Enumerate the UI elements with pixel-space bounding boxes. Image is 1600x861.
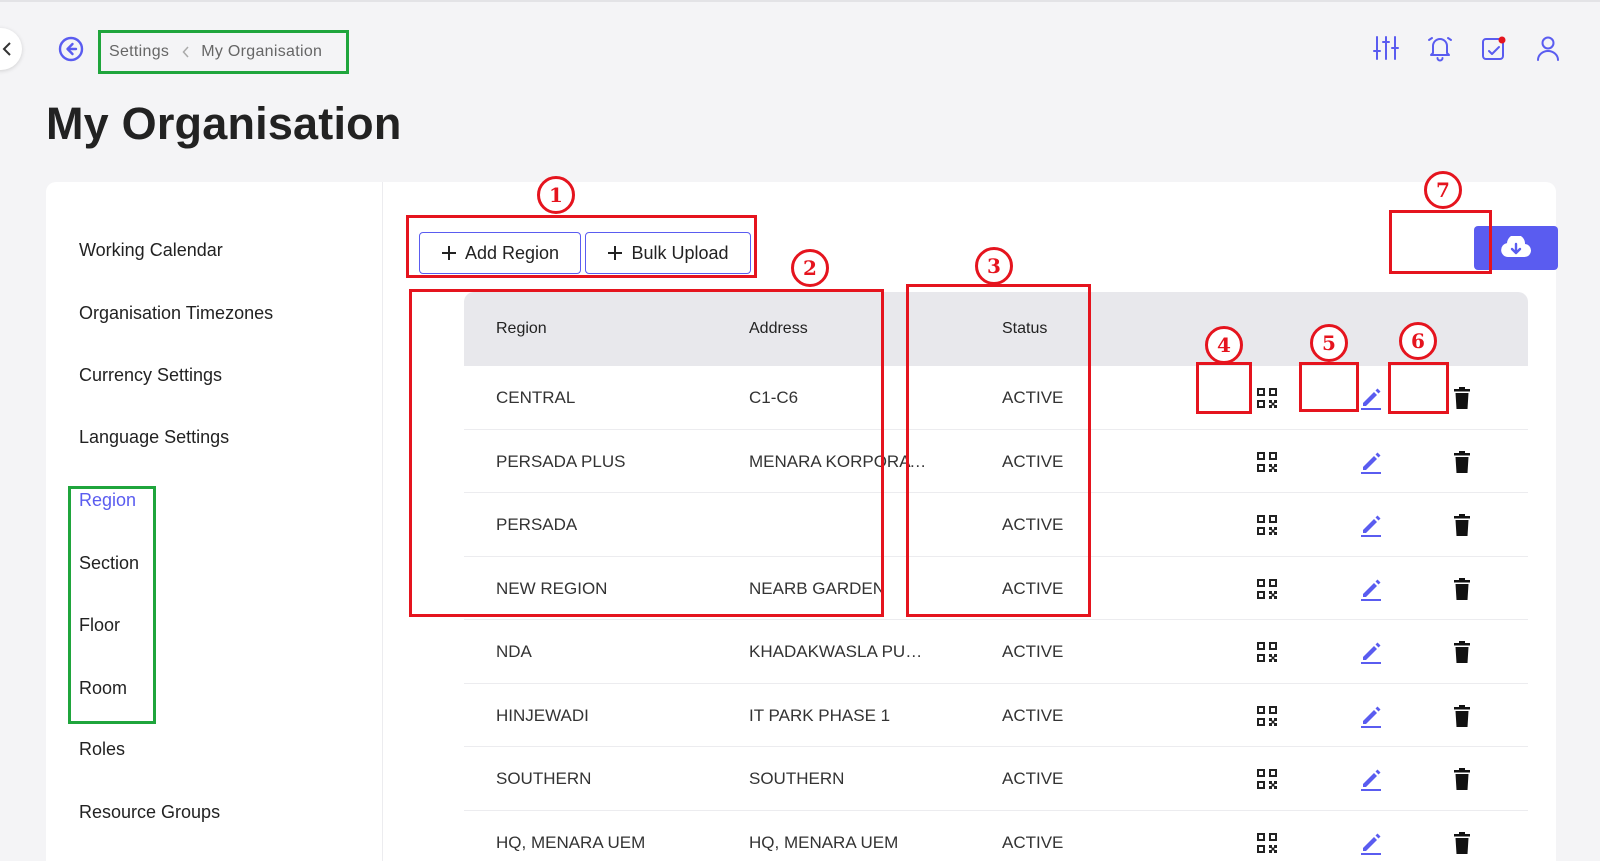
cell-address: KHADAKWASLA PUNE [749,642,927,661]
edit-icon[interactable] [1358,576,1384,602]
calendar-check-icon[interactable] [1480,34,1508,62]
sidebar-item-roles[interactable]: Roles [79,739,125,760]
cell-address: SOUTHERN [749,769,845,788]
qr-code-icon[interactable] [1254,449,1280,475]
qr-code-icon[interactable] [1254,703,1280,729]
callout-2: 2 [791,249,829,287]
sidebar-item-organisation-timezones[interactable]: Organisation Timezones [79,303,273,324]
callout-5: 5 [1310,324,1348,362]
header-actions [1372,34,1562,62]
sidebar-item-resource-groups[interactable]: Resource Groups [79,802,220,823]
delete-icon[interactable] [1449,449,1475,475]
breadcrumb: Settings My Organisation [98,30,349,74]
cell-region: HQ, MENARA UEM [496,832,646,852]
callout-1: 1 [537,176,575,214]
settings-sidebar: Working Calendar Organisation Timezones … [46,182,383,861]
qr-code-icon[interactable] [1254,766,1280,792]
breadcrumb-current: My Organisation [201,43,323,60]
cell-status: ACTIVE [1002,832,1064,852]
cell-address: HQ, MENARA UEM [749,832,899,852]
edit-icon[interactable] [1358,385,1384,411]
qr-code-icon[interactable] [1254,512,1280,538]
qr-code-icon[interactable] [1254,576,1280,602]
annotation-box-5 [1299,362,1359,412]
edit-icon[interactable] [1358,512,1384,538]
cell-region: SOUTHERN [496,769,592,788]
callout-7: 7 [1424,171,1462,209]
delete-icon[interactable] [1449,703,1475,729]
table-row: HQ, MENARA UEM HQ, MENARA UEM ACTIVE [464,811,1528,861]
bell-icon[interactable] [1426,34,1454,62]
edit-icon[interactable] [1358,830,1384,856]
delete-icon[interactable] [1449,830,1475,856]
annotation-box-2 [409,289,884,617]
delete-icon[interactable] [1449,512,1475,538]
cell-status: ACTIVE [1002,705,1064,725]
page-title: My Organisation [46,98,402,149]
delete-icon[interactable] [1449,639,1475,665]
sidebar-collapse-button[interactable] [0,28,22,70]
delete-icon[interactable] [1449,766,1475,792]
chevron-left-icon [2,42,11,56]
edit-icon[interactable] [1358,639,1384,665]
callout-4: 4 [1205,326,1243,364]
delete-icon[interactable] [1449,385,1475,411]
edit-icon[interactable] [1358,766,1384,792]
cell-address: IT PARK PHASE 1 [749,705,891,725]
top-divider [0,0,1600,2]
annotation-box-7 [1389,210,1492,274]
qr-code-icon[interactable] [1254,385,1280,411]
cell-status: ACTIVE [1002,642,1064,661]
table-row: NDA KHADAKWASLA PUNE ACTIVE [464,620,1528,684]
annotation-box-4 [1196,362,1252,414]
sidebar-item-currency-settings[interactable]: Currency Settings [79,365,222,386]
edit-icon[interactable] [1358,449,1384,475]
table-row: HINJEWADI IT PARK PHASE 1 ACTIVE [464,684,1528,747]
back-button[interactable] [58,36,84,62]
cell-region: NDA [496,642,532,661]
user-icon[interactable] [1534,34,1562,62]
qr-code-icon[interactable] [1254,830,1280,856]
annotation-box-6 [1388,362,1449,414]
callout-3: 3 [975,247,1013,285]
arrow-left-circle-icon [58,36,84,62]
table-row: SOUTHERN SOUTHERN ACTIVE [464,747,1528,811]
annotation-box-1 [406,215,757,278]
delete-icon[interactable] [1449,576,1475,602]
callout-6: 6 [1399,322,1437,360]
edit-icon[interactable] [1358,703,1384,729]
annotation-box-3 [906,284,1091,617]
cell-status: ACTIVE [1002,769,1064,788]
breadcrumb-settings-link[interactable]: Settings [109,43,169,61]
chevron-left-icon [182,46,190,58]
cell-region: HINJEWADI [496,705,589,725]
filter-sliders-icon[interactable] [1372,34,1400,62]
cloud-download-icon [1501,236,1531,258]
annotation-green-box [68,486,156,724]
sidebar-item-working-calendar[interactable]: Working Calendar [79,240,223,261]
qr-code-icon[interactable] [1254,639,1280,665]
sidebar-item-language-settings[interactable]: Language Settings [79,427,229,448]
